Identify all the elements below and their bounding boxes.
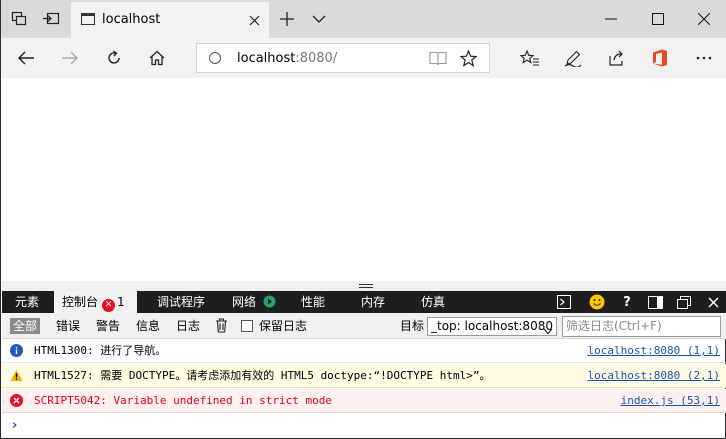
tab-preview-chevron-icon[interactable] bbox=[309, 9, 329, 29]
log-filter-placeholder: 筛选日志(Ctrl+F) bbox=[566, 319, 662, 333]
tab-manager-icon[interactable] bbox=[9, 9, 29, 29]
title-bar: localhost bbox=[1, 0, 726, 38]
message-source-link[interactable]: localhost:8080 (2,1) bbox=[588, 364, 720, 388]
console-message-error: SCRIPT5042: Variable undefined in strict… bbox=[2, 389, 726, 413]
site-info-icon[interactable] bbox=[209, 52, 221, 64]
maximize-icon[interactable] bbox=[646, 7, 670, 31]
new-tab-icon[interactable] bbox=[277, 9, 297, 29]
log-filter-input[interactable]: 筛选日志(Ctrl+F) bbox=[562, 316, 721, 337]
filter-warnings[interactable]: 警告 bbox=[96, 318, 120, 334]
tab-memory[interactable]: 内存 bbox=[361, 291, 385, 313]
error-count-badge: 1 bbox=[117, 295, 125, 309]
filter-all[interactable]: 全部 bbox=[10, 318, 41, 334]
error-x-icon: ✕ bbox=[102, 299, 116, 312]
error-icon bbox=[10, 394, 23, 407]
home-icon[interactable] bbox=[144, 46, 170, 70]
more-options-icon[interactable] bbox=[691, 46, 717, 70]
browser-window: localhost localhost:8080/ 元素 控制台 ✕ 1 调试程… bbox=[0, 0, 726, 439]
dock-icon[interactable] bbox=[646, 293, 664, 311]
tab-network[interactable]: 网络 bbox=[232, 291, 276, 313]
console-toolbar: 全部 错误 警告 信息 日志 保留日志 目标 _top: localhost:8… bbox=[2, 313, 726, 339]
undock-icon[interactable] bbox=[675, 293, 693, 311]
page-viewport[interactable] bbox=[2, 78, 726, 281]
office-icon[interactable] bbox=[647, 46, 673, 70]
tab-performance[interactable]: 性能 bbox=[301, 291, 325, 313]
close-devtools-icon[interactable] bbox=[704, 293, 722, 311]
filter-errors[interactable]: 错误 bbox=[56, 318, 80, 334]
target-select[interactable]: _top: localhost:8080 bbox=[427, 317, 557, 336]
browser-tab[interactable]: localhost bbox=[71, 2, 269, 38]
console-message-warning: HTML1527: 需要 DOCTYPE。请考虑添加有效的 HTML5 doct… bbox=[2, 364, 726, 388]
warning-icon bbox=[10, 369, 23, 382]
target-label: 目标 bbox=[400, 319, 425, 333]
address-bar[interactable]: localhost:8080/ bbox=[196, 43, 490, 73]
tab-emulation[interactable]: 仿真 bbox=[421, 291, 445, 313]
filter-info[interactable]: 信息 bbox=[136, 318, 160, 334]
clear-console-trash-icon[interactable] bbox=[215, 318, 228, 336]
reading-view-icon[interactable] bbox=[429, 51, 447, 69]
help-icon[interactable]: ? bbox=[618, 293, 636, 311]
forward-arrow-icon[interactable] bbox=[57, 46, 83, 70]
message-source-link[interactable]: index.js (53,1) bbox=[621, 389, 720, 413]
message-text: SCRIPT5042: Variable undefined in strict… bbox=[34, 394, 333, 407]
message-source-link[interactable]: localhost:8080 (1,1) bbox=[588, 339, 720, 363]
refresh-icon[interactable] bbox=[101, 46, 127, 70]
console-toggle-icon[interactable] bbox=[555, 293, 573, 311]
minimize-icon[interactable] bbox=[599, 7, 623, 31]
tab-debugger[interactable]: 调试程序 bbox=[157, 291, 205, 313]
target-value: _top: localhost:8080 bbox=[431, 319, 553, 333]
message-text: HTML1300: 进行了导航。 bbox=[34, 344, 167, 357]
navigation-bar: localhost:8080/ bbox=[1, 38, 726, 78]
filter-log[interactable]: 日志 bbox=[176, 318, 200, 334]
console-message-info: HTML1300: 进行了导航。 localhost:8080 (1,1) bbox=[2, 339, 726, 363]
set-aside-tabs-icon[interactable] bbox=[41, 9, 61, 29]
favorite-star-icon[interactable] bbox=[459, 49, 478, 70]
tab-elements[interactable]: 元素 bbox=[15, 291, 39, 313]
page-icon bbox=[81, 13, 95, 25]
devtools-resize-handle[interactable] bbox=[2, 281, 726, 291]
network-record-icon[interactable] bbox=[263, 293, 276, 315]
info-icon bbox=[10, 344, 23, 357]
message-text: HTML1527: 需要 DOCTYPE。请考虑添加有效的 HTML5 doct… bbox=[34, 369, 491, 382]
favorites-hub-icon[interactable] bbox=[517, 46, 543, 70]
share-icon[interactable] bbox=[604, 46, 630, 70]
preserve-log-label: 保留日志 bbox=[259, 319, 308, 333]
feedback-smiley-icon[interactable] bbox=[588, 293, 606, 311]
console-input-prompt[interactable]: › bbox=[12, 418, 17, 433]
url-text: localhost:8080/ bbox=[237, 51, 338, 66]
preserve-log-checkbox[interactable] bbox=[241, 320, 253, 332]
tab-console[interactable]: 控制台 ✕ 1 bbox=[54, 291, 137, 313]
tab-close-icon[interactable] bbox=[245, 11, 263, 29]
devtools-tab-bar: 元素 控制台 ✕ 1 调试程序 网络 性能 内存 仿真 ? bbox=[2, 291, 726, 313]
web-note-pen-icon[interactable] bbox=[560, 46, 586, 70]
close-window-icon[interactable] bbox=[692, 7, 716, 31]
back-arrow-icon[interactable] bbox=[13, 46, 39, 70]
tab-title: localhost bbox=[102, 12, 161, 27]
chevron-down-icon bbox=[543, 323, 553, 340]
